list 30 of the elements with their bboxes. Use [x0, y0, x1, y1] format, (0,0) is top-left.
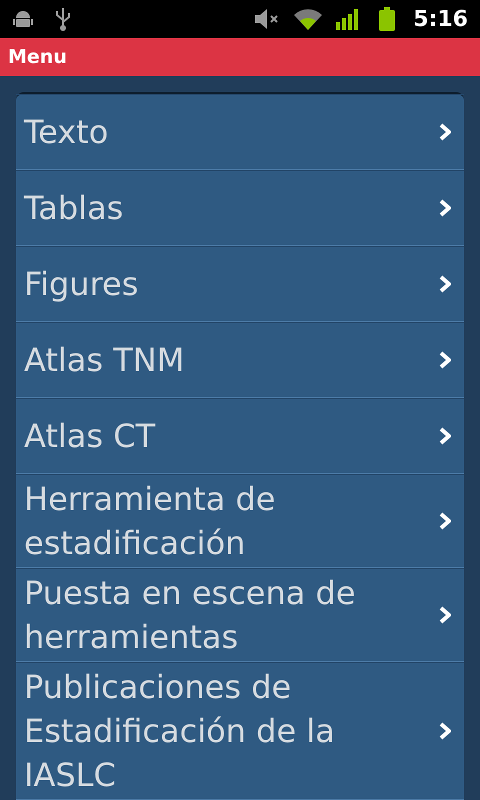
menu-item[interactable]: Texto [16, 94, 464, 170]
title-text: Menu [8, 44, 67, 70]
menu-item-label: Puesta en escena de herramientas [24, 573, 357, 658]
menu-item[interactable]: Atlas TNM [16, 322, 464, 398]
menu-item-label: Atlas TNM [24, 340, 186, 381]
chevron-icon [438, 350, 452, 370]
menu-item[interactable]: Herramienta de estadificación [16, 474, 464, 568]
chevron-icon [438, 198, 452, 218]
menu-item[interactable]: Puesta en escena de herramientas [16, 568, 464, 662]
battery-icon [377, 6, 398, 32]
chevron-icon [438, 426, 452, 446]
chevron-icon [438, 721, 452, 741]
usb-icon [54, 6, 72, 32]
menu-item-label: Figures [24, 264, 140, 305]
chevron-icon [438, 511, 452, 531]
android-icon [12, 8, 34, 30]
menu-item[interactable]: Tablas [16, 170, 464, 246]
chevron-icon [438, 605, 452, 625]
chevron-icon [438, 122, 452, 142]
wifi-icon [293, 7, 324, 31]
menu-item[interactable]: Publicaciones de Estadificación de la IASLC [16, 662, 464, 800]
menu-item-label: Texto [24, 112, 110, 153]
menu-item[interactable]: Figures [16, 246, 464, 322]
clock-time: 5:16 [413, 6, 468, 34]
chevron-icon [438, 274, 452, 294]
menu-item-label: Publicaciones de Estadificación de la IASLC [24, 667, 336, 796]
menu-item-label: Herramienta de estadificación [24, 479, 276, 564]
menu-item-label: Tablas [24, 188, 124, 229]
menu-item-label: Atlas CT [24, 416, 156, 457]
menu-item[interactable]: Atlas CT [16, 398, 464, 474]
